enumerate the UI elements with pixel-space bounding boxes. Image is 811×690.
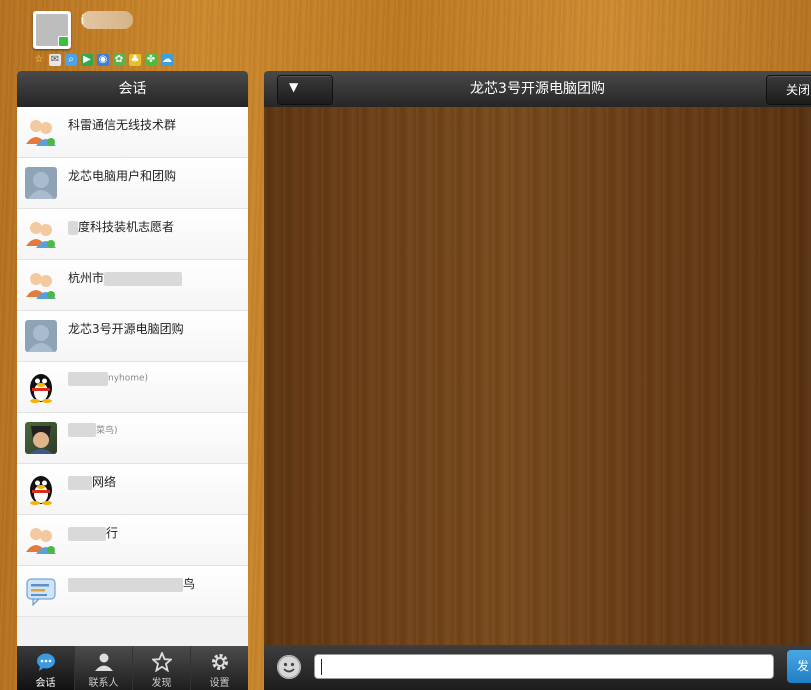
conversation-name: 网络 [92, 475, 117, 489]
emoji-icon[interactable] [277, 655, 301, 679]
input-bar: 发 [264, 645, 811, 690]
conversation-item[interactable]: 网络 [17, 464, 248, 515]
chat-header: 龙芯3号开源电脑团购 ▼ 关闭 [264, 71, 811, 107]
tab-label: 联系人 [88, 678, 119, 689]
bottom-tabbar: 会话 联系人 发现 设置 [17, 646, 248, 690]
penguin-icon [25, 371, 57, 403]
tab-contacts[interactable]: 联系人 [75, 646, 133, 690]
conversation-name-row: 菜鸟) [68, 422, 118, 437]
conversation-name-row: 杭州市 [68, 269, 183, 286]
conversation-name: 龙芯电脑用户和团购 [68, 169, 177, 183]
discussion-icon [25, 575, 57, 607]
conversation-name: 度科技装机志愿者 [78, 220, 175, 234]
app-icon-row: ☆ ✉ ⌕ ▶ ◉ ✿ ♣ ✤ ☁ [33, 54, 173, 66]
conversation-item[interactable]: 杭州市 [17, 260, 248, 311]
conversation-name: 杭州市 [68, 271, 105, 285]
tab-settings[interactable]: 设置 [191, 646, 248, 690]
conversation-name-row: 度科技装机志愿者 [68, 218, 174, 235]
conversation-item[interactable]: 龙芯3号开源电脑团购 [17, 311, 248, 362]
person-icon [94, 652, 114, 672]
penguin-icon [25, 473, 57, 505]
bag-icon[interactable]: ♣ [129, 54, 141, 66]
conversation-list: 科雷通信无线技术群 龙芯电脑用户和团购 度科技装机志愿者 杭州市 龙芯3号开源电 [17, 107, 248, 617]
conversation-name: nyhome) [108, 373, 149, 384]
mail-icon[interactable]: ✉ [49, 54, 61, 66]
online-status-icon [58, 36, 69, 47]
default-avatar-icon [25, 167, 57, 199]
conversation-item[interactable]: 鸟 [17, 566, 248, 617]
redacted-text [68, 371, 108, 386]
star-icon [150, 650, 173, 673]
chat-bubble-icon [36, 652, 56, 672]
conversation-name: 菜鸟) [96, 426, 118, 436]
group-icon [25, 524, 57, 556]
chat-menu-button[interactable]: ▼ [277, 75, 333, 105]
favorite-icon[interactable]: ☆ [33, 54, 45, 66]
conversation-name-row: 网络 [68, 473, 116, 490]
conversation-item[interactable]: nyhome) [17, 362, 248, 413]
tab-discover[interactable]: 发现 [133, 646, 191, 690]
group-icon [25, 218, 57, 250]
tab-label: 发现 [151, 678, 172, 689]
redacted-text [68, 422, 96, 437]
browser-icon[interactable]: ◉ [97, 54, 109, 66]
nickname-redacted [81, 11, 133, 29]
tab-label: 设置 [209, 678, 230, 689]
message-area[interactable] [264, 107, 811, 645]
group-icon [25, 269, 57, 301]
conversation-name-row: 行 [68, 524, 118, 541]
default-avatar-icon [25, 320, 57, 352]
chat-panel: 龙芯3号开源电脑团购 ▼ 关闭 发 [264, 71, 811, 690]
play-icon[interactable]: ▶ [81, 54, 93, 66]
conversation-item[interactable]: 行 [17, 515, 248, 566]
cloud-icon[interactable]: ☁ [161, 54, 173, 66]
user-avatar[interactable] [33, 11, 71, 49]
conversation-item[interactable]: 度科技装机志愿者 [17, 209, 248, 260]
gear-icon [210, 652, 230, 672]
text-caret [321, 659, 322, 675]
redacted-text [68, 220, 78, 235]
tab-label: 会话 [35, 678, 56, 689]
conversation-name-row: nyhome) [68, 371, 148, 386]
conversation-name: 鸟 [183, 577, 196, 591]
clover-icon[interactable]: ✤ [145, 54, 157, 66]
conversation-item[interactable]: 科雷通信无线技术群 [17, 107, 248, 158]
profile-area: i ☆ ✉ ⌕ ▶ ◉ ✿ ♣ ✤ ☁ [33, 11, 293, 71]
conversation-name-row: 鸟 [68, 575, 195, 592]
close-button[interactable]: 关闭 [766, 75, 811, 105]
panel-title: 会话 [17, 71, 248, 107]
message-input[interactable] [314, 654, 774, 679]
redacted-text [68, 526, 106, 541]
group-icon [25, 116, 57, 148]
conversation-name: 行 [106, 526, 119, 540]
tab-conversations[interactable]: 会话 [17, 646, 75, 690]
redacted-text [68, 475, 92, 490]
photo-avatar [25, 422, 57, 454]
redacted-text [68, 577, 183, 592]
chat-title: 龙芯3号开源电脑团购 [470, 81, 605, 97]
send-button[interactable]: 发 [787, 650, 811, 683]
conversation-item[interactable]: 菜鸟) [17, 413, 248, 464]
nickname: i [81, 13, 85, 27]
conversation-name: 科雷通信无线技术群 [68, 118, 177, 132]
conversation-panel: 会话 科雷通信无线技术群 龙芯电脑用户和团购 度科技装机志愿者 杭州市 龙芯3号… [17, 71, 248, 690]
conversation-item[interactable]: 龙芯电脑用户和团购 [17, 158, 248, 209]
photo-icon[interactable]: ✿ [113, 54, 125, 66]
search-icon[interactable]: ⌕ [65, 54, 77, 66]
redacted-text [104, 271, 183, 286]
conversation-name: 龙芯3号开源电脑团购 [68, 322, 184, 336]
